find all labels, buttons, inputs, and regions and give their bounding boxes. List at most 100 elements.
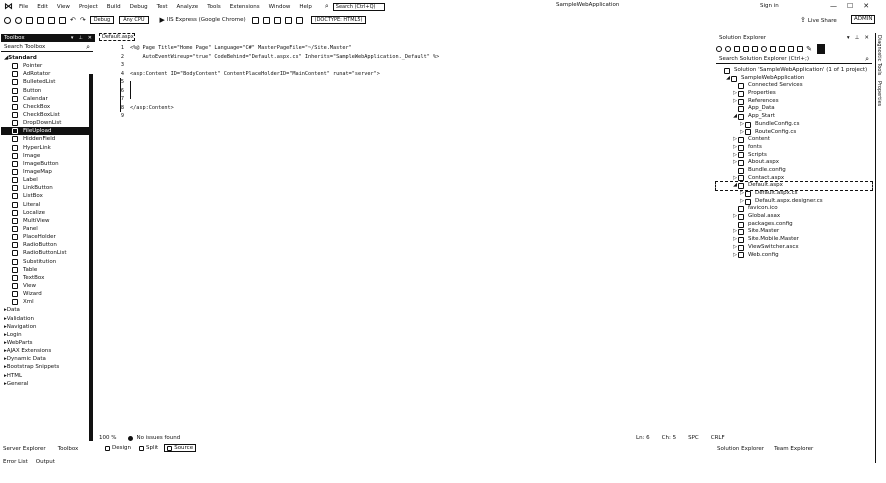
toolbox-group[interactable]: ▸ AJAX Extensions [1, 347, 91, 355]
toolbox-group[interactable]: ▸ WebParts [1, 339, 91, 347]
menu-item[interactable]: Tools [207, 4, 221, 10]
toolbox-item[interactable]: Image [1, 152, 91, 160]
tree-item[interactable]: ▷ ViewSwitcher.ascx [716, 244, 872, 252]
menu-item[interactable]: Analyze [177, 4, 199, 10]
pending-changes-icon[interactable] [752, 46, 758, 52]
toolbox-group[interactable]: ▸ General [1, 380, 91, 388]
toolbox-item[interactable]: View [1, 282, 91, 290]
toolbox-item[interactable]: ImageMap [1, 168, 91, 176]
close-panel-icon[interactable]: ✕ [88, 34, 92, 42]
maximize-icon[interactable]: ☐ [847, 2, 853, 10]
toolbox-group[interactable]: ▸ Navigation [1, 323, 91, 331]
tree-item[interactable]: ▷ Properties [716, 90, 872, 98]
toolbox-item[interactable]: Table [1, 266, 91, 274]
toolbox-item[interactable]: CheckBoxList [1, 111, 91, 119]
wrench-icon[interactable]: ✎ [806, 46, 812, 53]
tree-item[interactable]: ▷ Contact.aspx [716, 175, 872, 183]
tab-diagnostic-tools[interactable]: Diagnostic Tools [876, 35, 882, 75]
doctype-dropdown[interactable]: (DOCTYPE: HTML5) [310, 16, 367, 24]
forward-icon[interactable] [725, 46, 731, 52]
pin-icon[interactable]: ⊥ [78, 34, 82, 42]
hot-reload-icon[interactable] [273, 16, 281, 24]
tab-error-list[interactable]: Error List [3, 459, 28, 465]
toolbox-item[interactable]: RadioButton [1, 241, 91, 249]
tab-team-explorer[interactable]: Team Explorer [774, 446, 813, 452]
run-icon[interactable]: ▶ [160, 16, 165, 24]
tree-item[interactable]: packages.config [716, 221, 872, 229]
tab-source-view[interactable]: Source [164, 444, 197, 452]
sync-icon[interactable] [761, 46, 767, 52]
toolbox-group[interactable]: ▸ Login [1, 331, 91, 339]
tree-item[interactable]: ◢ App_Start [716, 113, 872, 121]
toolbox-item[interactable]: PlaceHolder [1, 233, 91, 241]
tree-item[interactable]: ▷ Scripts [716, 152, 872, 160]
comment-icon[interactable] [284, 16, 292, 24]
properties-icon[interactable] [797, 46, 803, 52]
toolbox-item[interactable]: LinkButton [1, 184, 91, 192]
tree-item[interactable]: ▷ Site.Mobile.Master [716, 236, 872, 244]
menu-item[interactable]: Extensions [230, 4, 260, 10]
toolbox-group[interactable]: ▸ Validation [1, 315, 91, 323]
tab-design-view[interactable]: Design [103, 444, 133, 452]
tab-solution-explorer[interactable]: Solution Explorer [717, 446, 764, 452]
solution-search-input[interactable]: Search Solution Explorer (Ctrl+;) ⌕ [716, 56, 872, 64]
menu-item[interactable]: View [57, 4, 70, 10]
menu-item[interactable]: Project [79, 4, 98, 10]
tree-item[interactable]: ▷ About.aspx [716, 159, 872, 167]
tree-item[interactable]: App_Data [716, 105, 872, 113]
configuration-dropdown[interactable]: Debug [89, 16, 115, 24]
toolbox-item[interactable]: BulletedList [1, 78, 91, 86]
toolbox-item[interactable]: Pointer [1, 62, 91, 70]
close-panel-icon[interactable]: ✕ [864, 34, 869, 42]
tab-server-explorer[interactable]: Server Explorer [3, 446, 46, 452]
toolbox-scrollbar[interactable] [89, 74, 93, 441]
redo-icon[interactable]: ↷ [80, 16, 86, 24]
tab-properties[interactable]: Properties [876, 81, 882, 106]
toolbox-item[interactable]: Substitution [1, 258, 91, 266]
uncomment-icon[interactable] [295, 16, 303, 24]
zoom-level-dropdown[interactable]: 100 % [99, 435, 116, 441]
new-item-icon[interactable] [26, 16, 33, 24]
code-editor[interactable]: 1 <%@ Page Title="Home Page" Language="C#… [112, 44, 692, 424]
menu-item[interactable]: Test [157, 4, 168, 10]
preview-selected-icon[interactable] [817, 44, 825, 54]
toolbox-item[interactable]: Xml [1, 298, 91, 306]
collapse-all-icon[interactable] [779, 46, 785, 52]
toolbox-item[interactable]: Calendar [1, 95, 91, 103]
tree-item[interactable]: favicon.ico [716, 205, 872, 213]
tab-default-aspx[interactable]: Default.aspx [99, 33, 135, 41]
toolbox-group[interactable]: ▸ HTML [1, 371, 91, 379]
menu-item[interactable]: Build [107, 4, 121, 10]
tree-item[interactable]: ▷ Default.aspx.designer.cs [716, 198, 872, 206]
tab-output[interactable]: Output [36, 459, 55, 465]
back-icon[interactable] [716, 46, 722, 52]
forward-icon[interactable] [15, 16, 22, 24]
toolbox-item[interactable]: FileUpload [1, 127, 91, 136]
toolbox-item[interactable]: Wizard [1, 290, 91, 298]
open-folder-icon[interactable] [37, 16, 44, 24]
toolbox-item[interactable]: ImageButton [1, 160, 91, 168]
tab-split-view[interactable]: Split [137, 444, 160, 452]
refresh-icon[interactable] [770, 46, 776, 52]
menu-item[interactable]: File [19, 4, 28, 10]
tree-item[interactable]: ▷ BundleConfig.cs [716, 121, 872, 129]
pin-icon[interactable]: ⊥ [855, 34, 860, 42]
toolbox-item[interactable]: CheckBox [1, 103, 91, 111]
toolbox-item[interactable]: RadioButtonList [1, 249, 91, 257]
toolbox-item[interactable]: AdRotator [1, 70, 91, 78]
toolbox-item[interactable]: Localize [1, 209, 91, 217]
toolbox-item[interactable]: Label [1, 176, 91, 184]
browser-link-icon[interactable] [262, 16, 270, 24]
save-all-icon[interactable] [59, 16, 66, 24]
menu-item[interactable]: Debug [130, 4, 148, 10]
menu-item[interactable]: Window [269, 4, 291, 10]
tree-item[interactable]: Bundle.config [716, 167, 872, 175]
tab-toolbox[interactable]: Toolbox [58, 446, 79, 452]
visual-studio-logo-icon[interactable]: ⋈ [4, 2, 13, 12]
platform-dropdown[interactable]: Any CPU [119, 16, 149, 24]
tree-item[interactable]: ▷ fonts [716, 144, 872, 152]
refresh-icon[interactable] [251, 16, 259, 24]
save-icon[interactable] [48, 16, 55, 24]
dropdown-icon[interactable]: ▾ [847, 34, 850, 42]
toolbox-group-standard[interactable]: ◢ Standard [1, 54, 91, 62]
